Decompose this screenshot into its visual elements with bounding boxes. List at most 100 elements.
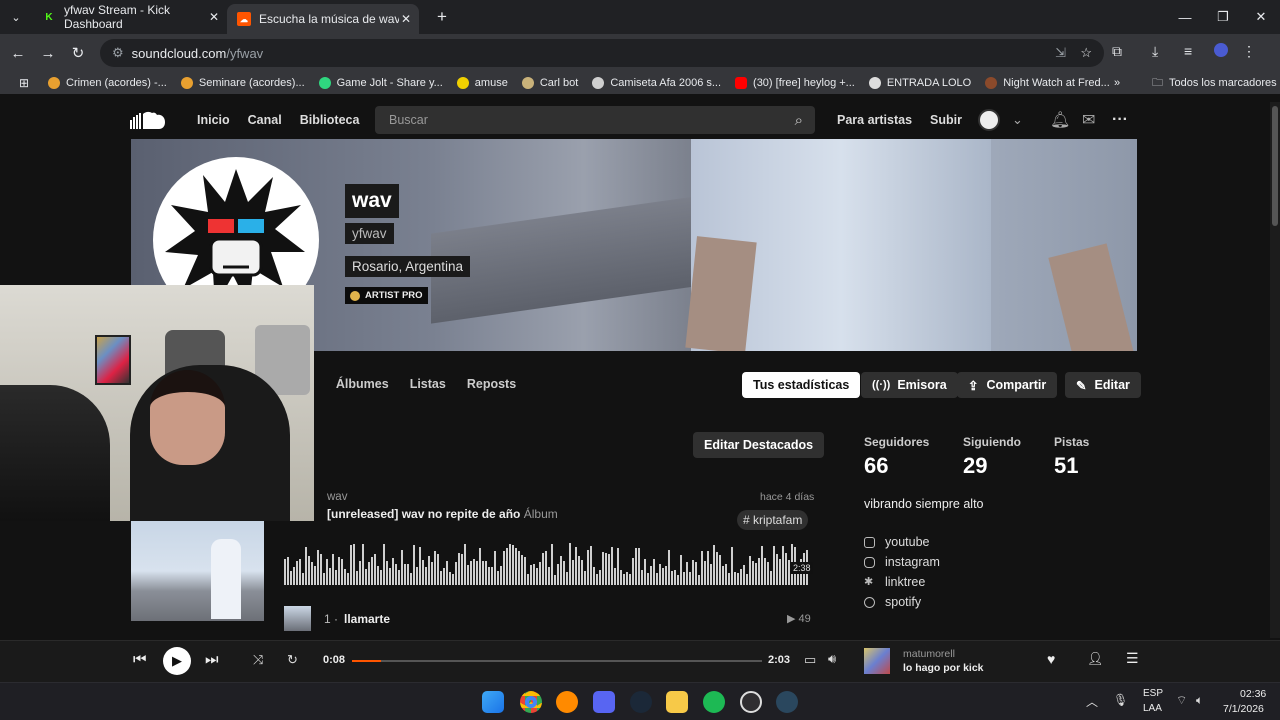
chrome-icon[interactable]	[520, 691, 542, 713]
profile-avatar[interactable]	[1214, 43, 1242, 59]
search-icon[interactable]: ⌕	[795, 112, 803, 129]
show-hidden-icons[interactable]: ︿	[1086, 693, 1098, 710]
close-tab-icon[interactable]: ✕	[401, 12, 411, 26]
forward-icon[interactable]: →	[33, 45, 63, 62]
now-playing-artist[interactable]: matumorell	[903, 648, 955, 660]
station-button[interactable]: ((·)) Emisora	[861, 372, 958, 398]
shuffle-icon[interactable]: ⤨	[253, 652, 263, 668]
nav-upload[interactable]: Subir	[930, 113, 962, 127]
volume-icon[interactable]: 🔊︎	[828, 651, 836, 667]
cast-icon[interactable]: ▭	[804, 652, 816, 668]
now-playing-artwork[interactable]	[864, 648, 890, 674]
install-icon[interactable]: ⇲	[1055, 45, 1066, 61]
tab-soundcloud[interactable]: ☁ Escucha la música de wav | Dis ✕	[227, 4, 419, 34]
file-explorer-icon[interactable]	[666, 691, 688, 713]
tracks-count[interactable]: 51	[1054, 453, 1078, 479]
following-count[interactable]: 29	[963, 453, 987, 479]
scrollbar-thumb[interactable]	[1272, 106, 1278, 226]
bookmark-item[interactable]: Game Jolt - Share y...	[318, 77, 443, 89]
now-playing-track[interactable]: lo hago por kick	[903, 662, 984, 674]
clock-date[interactable]: 7/1/2026	[1223, 703, 1264, 715]
nav-for-artists[interactable]: Para artistas	[837, 113, 912, 127]
bookmark-item[interactable]: Camiseta Afa 2006 s...	[592, 77, 721, 89]
keyboard-layout[interactable]: LAA	[1143, 703, 1162, 714]
tab-list-chevron-icon[interactable]: ⌄	[0, 11, 32, 24]
following-label[interactable]: Siguiendo	[963, 435, 1021, 449]
more-bookmarks-icon[interactable]: »	[1114, 77, 1120, 89]
obs-icon[interactable]	[740, 691, 762, 713]
bookmark-item[interactable]: Crimen (acordes) -...	[48, 77, 167, 89]
messages-mail-icon[interactable]: ✉	[1082, 110, 1095, 130]
track-thumbnail[interactable]	[284, 606, 311, 631]
followers-label[interactable]: Seguidores	[864, 435, 929, 449]
bookmark-item[interactable]: Carl bot	[521, 77, 578, 89]
chevron-down-icon[interactable]: ⌄	[1012, 112, 1023, 128]
bookmark-item[interactable]: Seminare (acordes)...	[180, 77, 305, 89]
like-heart-icon[interactable]: ♥	[1047, 651, 1055, 667]
post-title[interactable]: [unreleased] wav no repite de año	[327, 507, 520, 521]
post-tag[interactable]: # kriptafam	[737, 510, 809, 530]
progress-track[interactable]	[352, 660, 762, 662]
link-spotify[interactable]: spotify	[864, 595, 921, 609]
album-artwork[interactable]	[131, 521, 264, 621]
steam-icon[interactable]	[630, 691, 652, 713]
bookmark-star-icon[interactable]: ☆	[1080, 45, 1092, 61]
repeat-icon[interactable]: ↻	[287, 652, 298, 668]
previous-icon[interactable]: ⏮	[133, 651, 147, 668]
tracks-label[interactable]: Pistas	[1054, 435, 1089, 449]
queue-icon[interactable]: ☰	[1126, 650, 1139, 667]
minimize-icon[interactable]: —	[1166, 10, 1204, 25]
page-scrollbar[interactable]	[1270, 102, 1280, 638]
edit-spotlight-button[interactable]: Editar Destacados	[693, 432, 825, 458]
user-avatar[interactable]	[978, 109, 1000, 131]
steam-alt-icon[interactable]	[776, 691, 798, 713]
search-input[interactable]: Buscar ⌕	[375, 106, 815, 134]
close-tab-icon[interactable]: ✕	[209, 10, 219, 24]
all-bookmarks-folder[interactable]: 🗀 Todos los marcadores	[1152, 74, 1277, 93]
url-field[interactable]: ⚙ soundcloud.com/yfwav ⇲ ☆	[100, 39, 1104, 67]
speaker-icon[interactable]: 🔈︎	[1196, 693, 1203, 708]
link-youtube[interactable]: youtube	[864, 535, 929, 549]
next-icon[interactable]: ⏭	[205, 651, 219, 668]
notifications-bell-icon[interactable]: 🔔︎	[1050, 110, 1070, 130]
microphone-icon[interactable]: 🎙︎	[1113, 693, 1128, 707]
nav-library[interactable]: Biblioteca	[300, 113, 360, 127]
new-tab-icon[interactable]: +	[427, 7, 457, 27]
reload-icon[interactable]: ↻	[63, 44, 93, 62]
nav-feed[interactable]: Canal	[248, 113, 282, 127]
tab-reposts[interactable]: Reposts	[467, 377, 516, 391]
share-button[interactable]: ⇪ Compartir	[957, 372, 1058, 398]
bookmark-item[interactable]: amuse	[456, 77, 508, 89]
browser-menu-icon[interactable]: ⋮	[1242, 43, 1262, 60]
bookmark-item[interactable]: (30) [free] heylog +...	[735, 77, 855, 89]
waveform[interactable]	[284, 539, 810, 585]
bookmark-item[interactable]: Night Watch at Fred...	[985, 77, 1110, 89]
link-linktree[interactable]: ✱ linktree	[864, 575, 925, 589]
windows-start-icon[interactable]	[482, 691, 504, 713]
edit-button[interactable]: ✎ Editar	[1065, 372, 1141, 398]
follow-user-icon[interactable]: 👤︎	[1087, 651, 1104, 667]
site-info-icon[interactable]: ⚙	[112, 45, 124, 61]
followers-count[interactable]: 66	[864, 453, 888, 479]
extensions-icon[interactable]: ⧉	[1112, 43, 1152, 60]
track-title[interactable]: llamarte	[344, 612, 390, 626]
tab-playlists[interactable]: Listas	[410, 377, 446, 391]
more-options-icon[interactable]: ···	[1112, 111, 1128, 129]
downloads-icon[interactable]: ⤓	[1152, 43, 1184, 60]
play-button[interactable]: ▶	[163, 647, 191, 675]
soundcloud-logo-icon[interactable]	[130, 110, 192, 130]
wifi-icon[interactable]: ⌔	[1176, 693, 1187, 708]
your-stats-button[interactable]: Tus estadísticas	[742, 372, 861, 398]
spotify-icon[interactable]	[703, 691, 725, 713]
clock-time[interactable]: 02:36	[1240, 688, 1266, 700]
fl-studio-icon[interactable]	[556, 691, 578, 713]
nav-home[interactable]: Inicio	[197, 113, 230, 127]
post-artist[interactable]: wav	[327, 491, 347, 503]
back-icon[interactable]: ←	[3, 45, 33, 62]
tab-kick[interactable]: K yfwav Stream - Kick Dashboard ✕	[32, 0, 227, 34]
input-language[interactable]: ESP	[1143, 688, 1163, 699]
apps-grid-icon[interactable]: ⊞	[0, 76, 48, 90]
tab-albums[interactable]: Álbumes	[336, 377, 389, 391]
discord-icon[interactable]	[593, 691, 615, 713]
link-instagram[interactable]: instagram	[864, 555, 940, 569]
